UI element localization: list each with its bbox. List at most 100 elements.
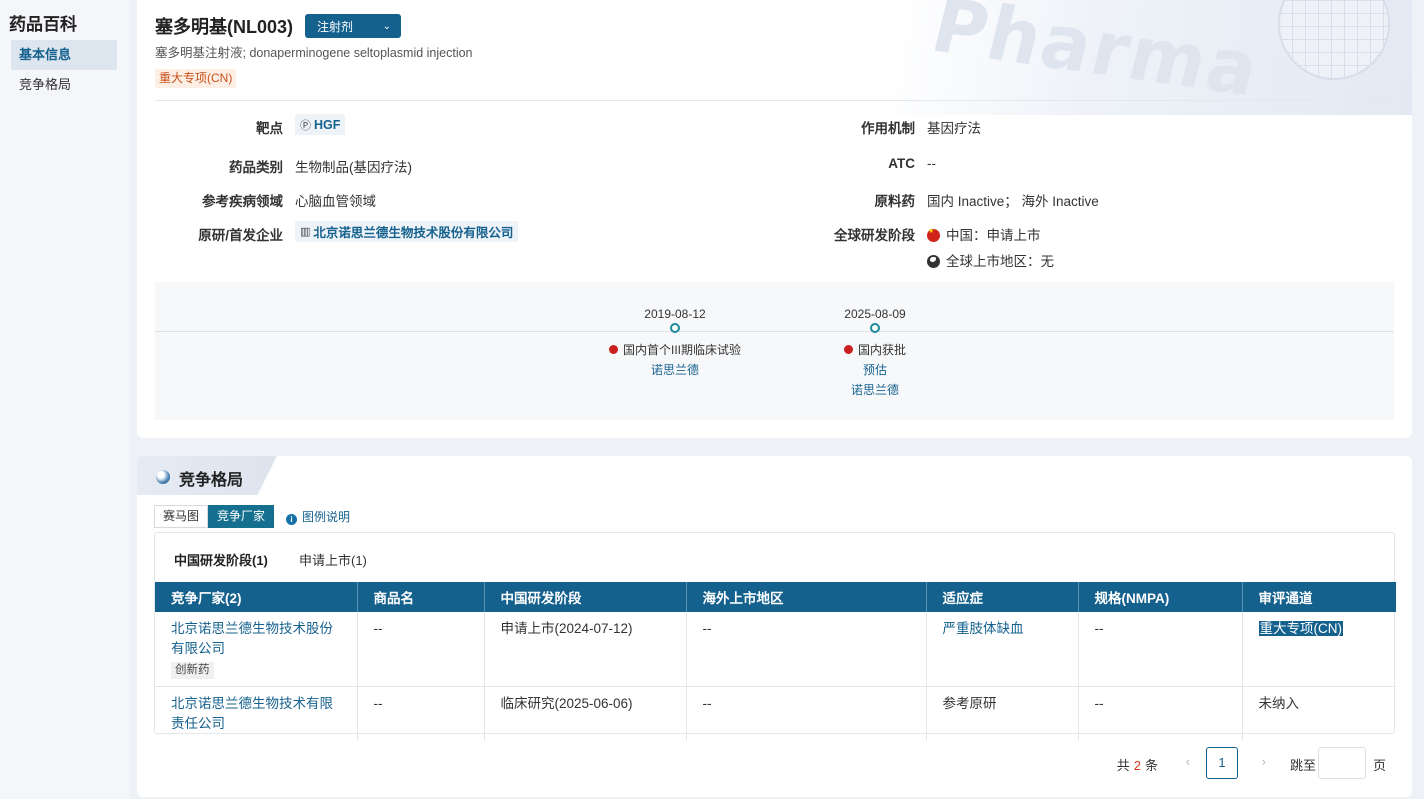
tab-china-stage[interactable]: 中国研发阶段(1)	[174, 550, 268, 569]
column-header[interactable]: 规格(NMPA)	[1078, 582, 1243, 612]
table-row: 北京诺思兰德生物技术有限责任公司 -- 临床研究(2025-06-06) -- …	[155, 686, 1396, 741]
timeline-estimate: 预估	[862, 363, 887, 377]
indication-cell: 严重肢体缺血	[926, 612, 1079, 687]
target-chip[interactable]: Ⓟ HGF	[295, 114, 346, 135]
company-cell: 北京诺思兰德生物技术有限责任公司	[155, 686, 358, 741]
table-row: 北京诺思兰德生物技术股份有限公司 创新药 -- 申请上市(2024-07-12)…	[155, 612, 1396, 687]
mechanism-value: 基因疗法	[927, 121, 981, 136]
timeline-event-name: 国内获批	[775, 341, 975, 358]
overseas-cell: --	[686, 612, 927, 687]
competition-card: 竞争格局 赛马图 竞争厂家 i 图例说明 中国研发阶段(1) 申请上市(1) 竞争…	[137, 456, 1412, 797]
stage-cell: 申请上市(2024-07-12)	[484, 612, 687, 687]
total-prefix: 共	[1116, 758, 1130, 773]
atc-label: ATC	[888, 156, 915, 171]
channel-cell: 未纳入	[1258, 696, 1300, 711]
competitor-table: 竞争厂家(2) 商品名 中国研发阶段 海外上市地区 适应症 规格(NMPA) 审…	[155, 582, 1396, 741]
category-label: 药品类别	[229, 160, 283, 175]
globe-icon	[927, 255, 940, 268]
drug-title: 塞多明基(NL003)	[155, 17, 294, 37]
timeline-event: 2025-08-09 国内获批 预估 诺思兰德	[775, 282, 975, 398]
channel-cell: 重大专项(CN)	[1242, 612, 1396, 687]
hero-banner: Pharma	[892, 0, 1412, 115]
tab-filing[interactable]: 申请上市(1)	[299, 550, 367, 569]
next-page-icon[interactable]: ›	[1262, 754, 1266, 769]
channel-highlight: 重大专项(CN)	[1258, 621, 1343, 636]
china-flag-icon	[843, 345, 853, 354]
column-header[interactable]: 商品名	[357, 582, 485, 612]
dosage-form-select[interactable]: 注射剂 ⌄	[305, 14, 402, 38]
globe-decoration-icon	[1278, 0, 1390, 80]
hero-watermark: Pharma	[923, 0, 1269, 114]
divider	[155, 100, 1394, 101]
brand-cell: --	[357, 612, 485, 687]
jump-page-input[interactable]	[1318, 747, 1366, 779]
pagination: 共2条 ‹ 1 › 跳至 页	[812, 747, 1412, 779]
page-unit-label: 页	[1372, 758, 1386, 773]
sidebar-item-basic-info[interactable]: 基本信息	[11, 40, 117, 70]
global-market-text: 全球上市地区：无	[946, 254, 1054, 269]
timeline-node[interactable]	[870, 323, 880, 333]
originator-value: 北京诺思兰德生物技术股份有限公司	[313, 226, 514, 240]
sidebar: 药品百科 基本信息 竞争格局	[0, 0, 130, 799]
column-header[interactable]: 审评通道	[1242, 582, 1396, 612]
table-header-row: 竞争厂家(2) 商品名 中国研发阶段 海外上市地区 适应症 规格(NMPA) 审…	[155, 582, 1396, 612]
column-header[interactable]: 海外上市地区	[686, 582, 927, 612]
jump-label: 跳至	[1289, 758, 1316, 773]
timeline-company[interactable]: 诺思兰德	[575, 361, 775, 378]
target-icon: Ⓟ	[300, 119, 311, 132]
timeline-date: 2025-08-09	[844, 307, 906, 321]
china-stage-text: 中国：申请上市	[946, 228, 1041, 243]
timeline-company[interactable]: 诺思兰德	[775, 381, 975, 398]
company-link[interactable]: 北京诺思兰德生物技术有限责任公司	[171, 694, 341, 734]
atc-value: --	[927, 156, 936, 171]
stage-cell: 临床研究(2025-06-06)	[484, 686, 687, 741]
china-flag-icon	[927, 227, 940, 242]
page-button[interactable]: 1	[1206, 747, 1238, 779]
column-header[interactable]: 适应症	[926, 582, 1079, 612]
column-header[interactable]: 竞争厂家(2)	[155, 582, 358, 612]
sidebar-title: 药品百科	[9, 15, 77, 34]
company-cell: 北京诺思兰德生物技术股份有限公司 创新药	[155, 612, 358, 687]
section-header: 竞争格局	[137, 456, 277, 495]
chevron-down-icon: ⌄	[382, 20, 392, 32]
milestone-timeline: 2019-08-12 国内首个III期临床试验 诺思兰德 2025-08-09 …	[155, 282, 1394, 420]
api-label: 原料药	[874, 194, 916, 209]
drug-info-card: Pharma 塞多明基(NL003) 注射剂 ⌄ 塞多明基注射液; donape…	[137, 0, 1412, 438]
timeline-event: 2019-08-12 国内首个III期临床试验 诺思兰德	[575, 282, 775, 378]
disease-label: 参考疾病领域	[202, 194, 283, 209]
timeline-event-text: 国内获批	[857, 343, 906, 357]
spec-cell: --	[1078, 686, 1243, 741]
company-link[interactable]: 北京诺思兰德生物技术股份有限公司	[171, 619, 341, 659]
column-header[interactable]: 中国研发阶段	[484, 582, 687, 612]
section-title: 竞争格局	[179, 472, 244, 489]
legend-link[interactable]: i 图例说明	[286, 508, 350, 525]
overseas-cell: --	[686, 686, 927, 741]
mechanism-label: 作用机制	[861, 121, 915, 136]
china-stage: 中国：申请上市	[927, 224, 1041, 244]
timeline-date: 2019-08-12	[644, 307, 706, 321]
section-icon	[156, 470, 170, 484]
special-project-badge: 重大专项(CN)	[155, 69, 237, 88]
tab-race-chart[interactable]: 赛马图	[154, 505, 209, 528]
timeline-node[interactable]	[670, 323, 680, 333]
global-market: 全球上市地区：无	[927, 250, 1054, 270]
target-label: 靶点	[256, 121, 283, 136]
brand-cell: --	[357, 686, 485, 741]
innovative-drug-tag: 创新药	[171, 662, 214, 679]
drug-subtitle: 塞多明基注射液; donaperminogene seltoplasmid in…	[155, 46, 473, 60]
dosage-form-label: 注射剂	[317, 19, 354, 34]
timeline-event-name: 国内首个III期临床试验	[575, 341, 775, 358]
info-icon: i	[286, 514, 297, 525]
timeline-event-text: 国内首个III期临床试验	[622, 343, 741, 357]
building-icon: ▥	[300, 226, 311, 238]
total-count: 共2条	[1117, 755, 1158, 774]
originator-chip[interactable]: ▥ 北京诺思兰德生物技术股份有限公司	[295, 221, 519, 242]
api-value: 国内 Inactive； 海外 Inactive	[927, 194, 1099, 209]
total-number: 2	[1133, 758, 1141, 773]
tab-competitors[interactable]: 竞争厂家	[208, 505, 275, 528]
indication-link[interactable]: 严重肢体缺血	[943, 621, 1024, 636]
legend-link-text: 图例说明	[302, 510, 351, 524]
sidebar-item-competition[interactable]: 竞争格局	[11, 70, 117, 100]
indication-cell: 参考原研	[926, 686, 1079, 741]
prev-page-icon[interactable]: ‹	[1186, 754, 1190, 769]
